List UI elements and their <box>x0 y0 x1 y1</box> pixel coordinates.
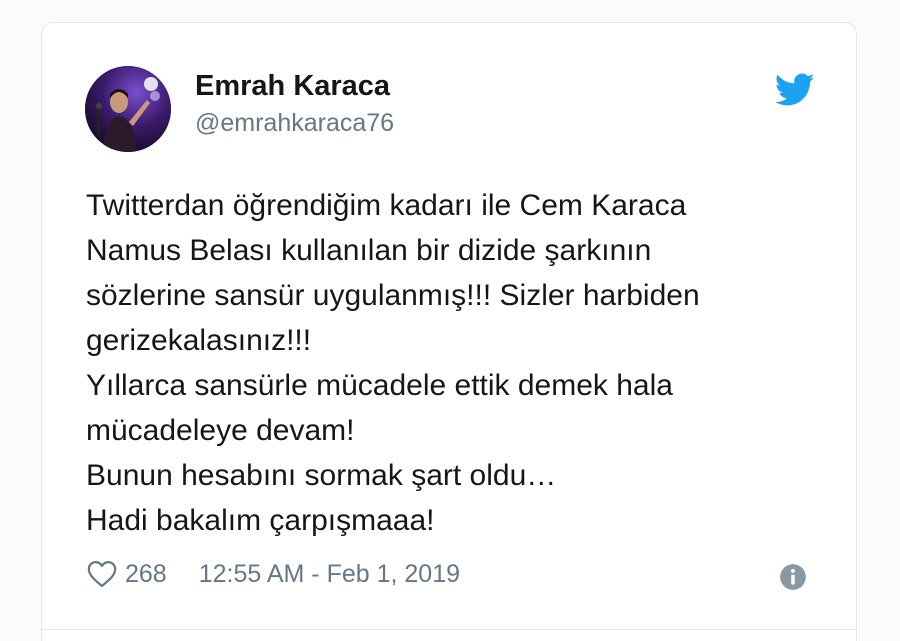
page: Emrah Karaca @emrahkaraca76 Twitterdan ö… <box>0 0 900 641</box>
tweet-text-line: sözlerine sansür uygulanmış!!! Sizler ha… <box>86 279 700 312</box>
tweet-text-line: Bunun hesabını sormak şart oldu… <box>86 459 557 492</box>
tweet-text-line: mücadeleye devam! <box>86 414 355 447</box>
tweet-text-line: Twitterdan öğrendiğim kadarı ile Cem Kar… <box>86 189 687 222</box>
tweet-card: Emrah Karaca @emrahkaraca76 Twitterdan ö… <box>41 22 857 641</box>
author-handle[interactable]: @emrahkaraca76 <box>195 109 394 138</box>
tweet-timestamp[interactable]: 12:55 AM - Feb 1, 2019 <box>199 560 460 589</box>
like-count[interactable]: 268 <box>125 560 167 589</box>
tweet-text-line: Hadi bakalım çarpışmaaa! <box>86 504 435 537</box>
tweet-text-line: Namus Belası kullanılan bir dizide şarkı… <box>86 234 652 267</box>
card-divider <box>42 629 856 630</box>
tweet-text: Twitterdan öğrendiğim kadarı ile Cem Kar… <box>86 183 826 543</box>
tweet-meta: 268 12:55 AM - Feb 1, 2019 <box>87 557 460 591</box>
twitter-bird-icon[interactable] <box>775 73 815 107</box>
author-name[interactable]: Emrah Karaca <box>195 70 390 103</box>
tweet-text-line: gerizekalasınız!!! <box>86 324 312 357</box>
avatar[interactable] <box>85 66 171 152</box>
heart-icon[interactable] <box>87 560 117 588</box>
tweet-text-line: Yıllarca sansürle mücadele ettik demek h… <box>86 369 673 402</box>
info-icon[interactable] <box>779 563 807 591</box>
avatar-photo <box>85 66 171 152</box>
